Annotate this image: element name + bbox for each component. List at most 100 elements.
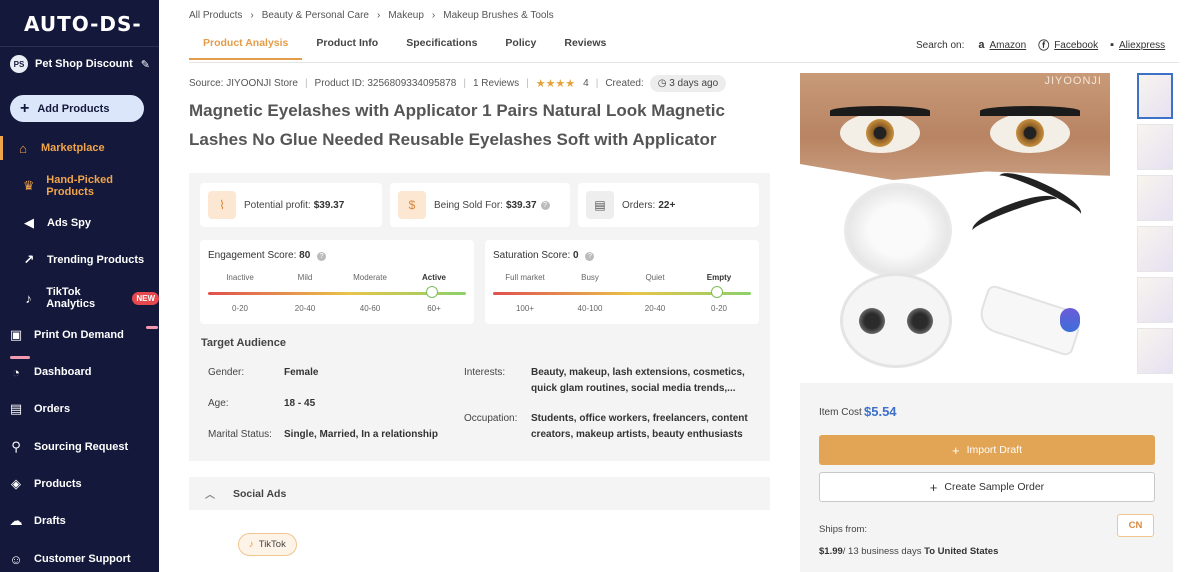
occupation-label: Occupation: <box>464 413 518 424</box>
ship-days: / 13 business days <box>842 546 922 557</box>
autods-logo[interactable]: AUTO-DS- <box>24 12 142 36</box>
range-label: 20-40 <box>644 304 666 313</box>
sidebar-item-ads-spy[interactable]: ◀ Ads Spy <box>0 211 159 235</box>
new-badge: NEW <box>132 291 159 305</box>
product-meta: Source: JIYOONJI Store | Product ID: 325… <box>189 74 727 92</box>
separator: | <box>526 77 529 89</box>
source-store[interactable]: Source: JIYOONJI Store <box>189 78 298 89</box>
import-draft-button[interactable]: + Import Draft <box>819 435 1155 465</box>
rating-value: 4 <box>583 77 589 89</box>
occupation-value-line2: creators, makeup artists, beauty enthusi… <box>531 429 743 440</box>
sidebar-item-dashboard[interactable]: ◔ Dashboard <box>0 360 159 384</box>
created-label: Created: <box>605 77 644 89</box>
chevron-up-icon: ︿ <box>205 490 215 501</box>
thumbnail[interactable] <box>1137 328 1173 374</box>
separator: | <box>595 77 599 89</box>
crown-icon: ♛ <box>22 178 35 193</box>
info-icon[interactable]: ? <box>540 200 550 210</box>
product-analysis-panel: ⌇ Potential profit: $39.37 $ Being Sold F… <box>189 173 770 461</box>
product-tabs: Product Analysis Product Info Specificat… <box>189 32 620 60</box>
sidebar-item-orders[interactable]: ▤ Orders <box>0 397 159 421</box>
sold-value: $39.37 <box>505 199 537 211</box>
tab-specifications[interactable]: Specifications <box>392 32 491 60</box>
sidebar-item-label: Sourcing Request <box>34 441 129 453</box>
item-cost-label: Item Cost <box>819 407 862 418</box>
buy-box: Item Cost $5.54 + Import Draft + Create … <box>800 383 1173 572</box>
breadcrumb-link[interactable]: Beauty & Personal Care <box>262 10 369 21</box>
sidebar-item-trending[interactable]: ↗ Trending Products <box>0 248 159 272</box>
sidebar-item-sourcing-request[interactable]: ⚲ Sourcing Request <box>0 435 159 459</box>
main-product-image[interactable]: JIYOONJI <box>800 73 1110 373</box>
target-audience-title: Target Audience <box>201 337 286 349</box>
social-ads-toggle[interactable]: ︿ Social Ads <box>189 477 770 510</box>
occupation-value-line1: Students, office workers, freelancers, c… <box>531 413 748 424</box>
tab-policy[interactable]: Policy <box>491 32 550 60</box>
store-icon: ⌂ <box>19 140 27 156</box>
breadcrumb-link[interactable]: All Products <box>189 10 242 21</box>
lash-line <box>830 106 930 116</box>
info-icon[interactable]: ? <box>585 252 595 261</box>
level-label: Inactive <box>226 273 254 282</box>
create-sample-order-button[interactable]: + Create Sample Order <box>819 472 1155 502</box>
level-label: Mild <box>297 273 313 282</box>
tab-product-analysis[interactable]: Product Analysis <box>189 32 303 60</box>
sidebar-item-marketplace[interactable]: ⌂ Marketplace <box>0 136 159 160</box>
thumbnail[interactable] <box>1137 124 1173 170</box>
range-label: 20-40 <box>294 304 316 313</box>
info-icon[interactable]: ? <box>317 252 327 261</box>
breadcrumb-link[interactable]: Makeup <box>388 10 424 21</box>
sidebar-item-label: Dashboard <box>34 366 92 378</box>
orders-card: ▤ Orders: 22+ <box>578 183 759 227</box>
sidebar-item-products[interactable]: ◈ Products <box>0 472 159 496</box>
tab-reviews[interactable]: Reviews <box>550 32 620 60</box>
tiktok-chip[interactable]: ♪ TikTok <box>238 533 297 556</box>
range-label: 0-20 <box>231 304 249 313</box>
orders-label: Orders: <box>622 199 656 211</box>
thumbnail[interactable] <box>1137 277 1173 323</box>
import-draft-label: Import Draft <box>966 444 1023 456</box>
thumbnail[interactable] <box>1137 73 1173 119</box>
sidebar-item-label: Orders <box>34 403 71 415</box>
ships-from-country[interactable]: CN <box>1117 514 1154 537</box>
sourcing-icon: ⚲ <box>11 439 21 454</box>
sidebar-item-print-on-demand[interactable]: ▣ Print On Demand <box>0 323 159 347</box>
interests-label: Interests: <box>464 367 506 378</box>
divider <box>0 46 159 47</box>
level-label: Moderate <box>353 273 387 282</box>
search-amazon-link[interactable]: a Amazon <box>978 39 1026 51</box>
sidebar-item-drafts[interactable]: ☁ Drafts <box>0 509 159 533</box>
age-label: Age: <box>208 398 229 409</box>
cloud-icon: ☁ <box>9 513 23 528</box>
tiktok-icon: ♪ <box>249 539 254 550</box>
gauge-icon: ◔ <box>12 364 20 380</box>
sidebar-item-customer-support[interactable]: ☺ Customer Support <box>0 547 159 571</box>
breadcrumb-link[interactable]: Makeup Brushes & Tools <box>443 10 553 21</box>
box-icon: ◈ <box>11 476 21 491</box>
tab-product-info[interactable]: Product Info <box>302 32 392 60</box>
thumbnail[interactable] <box>1137 175 1173 221</box>
orders-value: 22+ <box>658 199 676 211</box>
chevron-right-icon: › <box>431 10 436 21</box>
add-products-button[interactable]: + Add Products <box>10 95 144 122</box>
aliexpress-label: Aliexpress <box>1119 39 1166 51</box>
thumbnail[interactable] <box>1137 226 1173 272</box>
reviews-count[interactable]: 1 Reviews <box>473 78 519 89</box>
sidebar: AUTO-DS- PS Pet Shop Discount ✎ + Add Pr… <box>0 0 159 572</box>
support-icon: ☺ <box>9 551 23 567</box>
tiktok-chip-label: TikTok <box>258 539 286 550</box>
saturation-score-card: Saturation Score: 0 ? Full market Busy Q… <box>485 240 759 324</box>
megaphone-icon: ◀ <box>24 215 34 230</box>
sidebar-item-label: Print On Demand <box>34 329 124 341</box>
level-label: Busy <box>581 273 599 282</box>
search-facebook-link[interactable]: ⓕ Facebook <box>1038 37 1098 53</box>
search-aliexpress-link[interactable]: ▪ Aliexpress <box>1110 39 1165 51</box>
chevron-right-icon: › <box>250 10 254 21</box>
sidebar-item-tiktok-analytics[interactable]: ♪ TikTok Analytics NEW <box>0 286 159 310</box>
store-selector[interactable]: PS Pet Shop Discount ✎ <box>10 55 150 73</box>
created-pill: ◷ 3 days ago <box>649 74 727 92</box>
edit-icon[interactable]: ✎ <box>141 58 150 71</box>
range-label: 40-100 <box>577 304 603 313</box>
gender-value: Female <box>284 367 319 378</box>
sidebar-item-hand-picked[interactable]: ♛ Hand-Picked Products <box>0 174 159 198</box>
separator: | <box>304 77 308 89</box>
